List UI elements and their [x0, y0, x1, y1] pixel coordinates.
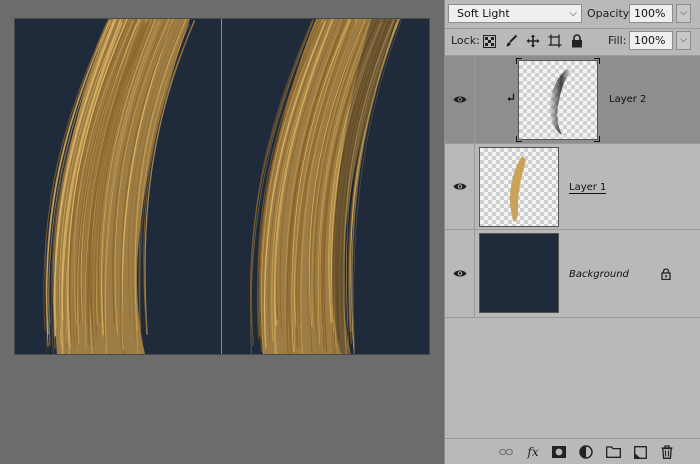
lock-transparent-pixels-icon[interactable]	[481, 33, 497, 49]
layer-visibility-toggle[interactable]	[445, 56, 475, 143]
layer-name: Background	[569, 269, 629, 280]
selection-corner	[516, 136, 522, 142]
layer-visibility-toggle[interactable]	[445, 144, 475, 229]
lock-image-pixels-icon[interactable]	[503, 33, 519, 49]
layer-name: Layer 1	[569, 182, 607, 194]
row-separator	[445, 28, 700, 29]
blend-mode-value: Soft Light	[457, 7, 510, 20]
layers-panel-footer: fx	[445, 438, 700, 464]
lock-icon	[661, 268, 671, 283]
hair-artwork	[43, 19, 403, 354]
background-thumbnail	[479, 233, 559, 313]
eye-icon	[453, 183, 466, 190]
opacity-label: Opacity:	[587, 7, 633, 20]
selection-corner	[594, 58, 600, 64]
chevron-down-icon: ⌵	[680, 35, 687, 45]
lock-position-icon[interactable]	[525, 33, 541, 49]
lock-label: Lock:	[451, 34, 480, 47]
layer-2-thumbnail	[518, 60, 598, 140]
fill-label: Fill:	[608, 34, 627, 47]
link-layers-icon[interactable]	[498, 444, 514, 460]
shadow-stroke-thumbnail	[549, 69, 571, 135]
delete-layer-icon[interactable]	[659, 444, 675, 460]
chevron-down-icon: ⌵	[680, 8, 687, 18]
selection-corner	[516, 58, 522, 64]
hair-stroke-thumbnail	[510, 156, 526, 222]
fx-label: fx	[527, 445, 539, 459]
new-layer-icon[interactable]	[632, 444, 648, 460]
new-group-icon[interactable]	[605, 444, 621, 460]
chevron-down-icon: ⌵	[569, 8, 577, 19]
hair-before	[43, 19, 196, 354]
adjustment-layer-icon[interactable]	[578, 444, 594, 460]
layer-1-thumbnail	[479, 147, 559, 227]
comparison-divider	[221, 19, 222, 354]
layer-name: Layer 2	[609, 94, 647, 105]
clipping-arrow-icon	[507, 93, 515, 106]
opacity-dropdown-button[interactable]: ⌵	[676, 4, 691, 23]
selection-corner	[594, 136, 600, 142]
opacity-value: 100%	[634, 7, 666, 20]
eye-icon	[453, 270, 466, 277]
lock-artboard-icon[interactable]	[547, 33, 563, 49]
fill-value: 100%	[634, 34, 666, 47]
blend-mode-select[interactable]: Soft Light ⌵	[448, 4, 582, 23]
fill-dropdown-button[interactable]: ⌵	[676, 31, 691, 50]
hair-after	[249, 19, 403, 354]
layer-list: Layer 2 Layer 1 Background	[445, 56, 700, 438]
layer-row-layer-1[interactable]: Layer 1	[445, 144, 700, 230]
lock-all-icon[interactable]	[569, 33, 585, 49]
opacity-field[interactable]: 100%	[629, 4, 673, 23]
layers-panel: Soft Light ⌵ Opacity: 100% ⌵ Lock: Fill:…	[444, 0, 700, 464]
canvas-workspace[interactable]	[0, 0, 444, 464]
layer-row-layer-2[interactable]: Layer 2	[445, 56, 700, 144]
blend-opacity-row: Soft Light ⌵ Opacity: 100% ⌵	[445, 0, 700, 28]
eye-icon	[453, 96, 466, 103]
fx-icon[interactable]: fx	[525, 444, 541, 460]
layer-mask-icon[interactable]	[551, 444, 567, 460]
fill-field[interactable]: 100%	[629, 31, 673, 50]
layer-visibility-toggle[interactable]	[445, 230, 475, 317]
document-canvas[interactable]	[15, 19, 429, 354]
layer-row-background[interactable]: Background	[445, 230, 700, 318]
